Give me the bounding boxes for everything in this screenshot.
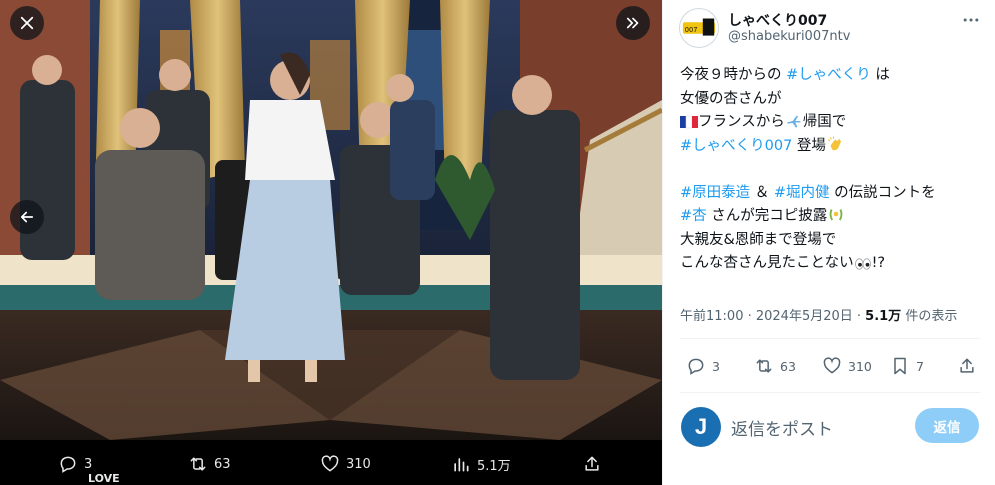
hashtag-link[interactable]: #しゃべくり007 — [680, 138, 792, 154]
view-count: 5.1万 — [865, 309, 902, 324]
text-segment: さんが完コピ披露 — [706, 208, 828, 224]
hashtag-link[interactable]: #原田泰造 — [680, 185, 750, 201]
eyes-icon — [854, 258, 871, 270]
previous-image-button[interactable] — [10, 200, 44, 234]
bookmark-button[interactable]: 7 — [890, 356, 924, 376]
media-like-button[interactable]: 310 — [320, 454, 371, 474]
reply-icon — [60, 456, 76, 473]
heart-icon — [321, 455, 339, 472]
heart-icon — [823, 357, 841, 374]
text-segment: フランスから — [698, 114, 785, 130]
text-segment: 女優の杏さんが — [680, 90, 782, 107]
share-button[interactable] — [957, 356, 977, 376]
text-segment: こんな杏さん見たことない — [680, 255, 854, 271]
reply-icon — [688, 358, 704, 375]
airplane-icon — [787, 115, 801, 128]
expand-button[interactable] — [616, 6, 650, 40]
laurel-icon — [829, 209, 843, 221]
bookmark-count: 7 — [916, 358, 924, 374]
timestamp[interactable]: 午前11:00 · 2024年5月20日 · — [680, 309, 865, 324]
share-icon — [585, 456, 599, 471]
current-user-avatar[interactable]: J — [681, 407, 721, 447]
retweet-icon — [756, 359, 772, 373]
views-icon — [454, 458, 469, 472]
media-retweet-count: 63 — [214, 456, 231, 472]
media-reply-count: 3 — [84, 456, 93, 472]
clapping-hands-icon — [827, 136, 841, 150]
tweet-text: 今夜９時からの #しゃべくり は 女優の杏さんが フランスから 帰国で #しゃべく… — [680, 64, 992, 276]
hashtag-link[interactable]: #しゃべくり — [786, 67, 871, 83]
hashtag-link[interactable]: #杏 — [680, 208, 707, 224]
media-view-count: 5.1万 — [477, 458, 511, 474]
like-button[interactable]: 310 — [822, 356, 872, 376]
text-segment: は — [870, 67, 890, 83]
media-share-button[interactable] — [582, 454, 602, 474]
text-segment: ＆ — [750, 184, 774, 201]
media-viewer: 3 63 310 5.1万 LOVE — [0, 0, 662, 485]
like-count: 310 — [848, 358, 872, 374]
reply-submit-button[interactable]: 返信 — [915, 408, 979, 443]
bookmark-icon — [894, 357, 906, 375]
share-icon — [960, 358, 974, 373]
media-reply-button[interactable]: 3 — [58, 454, 92, 474]
text-segment: 今夜９時からの — [680, 67, 787, 83]
reply-button[interactable]: 3 — [686, 356, 720, 376]
tweet-detail: 007 しゃべくり007 @shabekuri007ntv 今夜９時からの #し… — [662, 0, 995, 485]
text-segment: 登場 — [792, 137, 826, 154]
svg-text:007: 007 — [685, 26, 698, 34]
retweet-count: 63 — [780, 358, 796, 374]
avatar[interactable]: 007 — [679, 8, 719, 48]
close-button[interactable] — [10, 6, 44, 40]
view-count-suffix: 件の表示 — [901, 309, 958, 324]
text-segment: 帰国で — [802, 114, 847, 130]
divider — [680, 392, 980, 393]
retweet-button[interactable]: 63 — [754, 356, 796, 376]
text-segment: の伝説コントを — [829, 184, 936, 201]
media-views-button[interactable]: 5.1万 — [451, 454, 511, 474]
reply-peek-name: LOVE — [88, 472, 120, 485]
tweet-action-bar: 3 63 310 7 — [680, 354, 980, 378]
tv-studio-photo — [0, 0, 662, 440]
prev-arrow-icon — [20, 211, 34, 223]
media-retweet-button[interactable]: 63 — [188, 454, 231, 474]
reply-peek: LOVE — [88, 472, 120, 485]
reply-input[interactable]: 返信をポスト — [731, 415, 833, 440]
text-segment: !? — [871, 255, 886, 271]
tweet-meta: 午前11:00 · 2024年5月20日 · 5.1万 件の表示 — [680, 305, 957, 324]
show-logo-icon: 007 — [682, 18, 716, 36]
france-flag-icon — [680, 115, 698, 129]
media-like-count: 310 — [346, 456, 371, 472]
hashtag-link[interactable]: #堀内健 — [774, 185, 830, 201]
retweet-icon — [190, 457, 206, 471]
display-name[interactable]: しゃべくり007 — [728, 10, 827, 30]
reply-count: 3 — [712, 358, 720, 374]
close-icon — [20, 16, 34, 30]
text-segment: 大親友&恩師まで登場で — [680, 231, 837, 248]
divider — [680, 338, 980, 339]
expand-icon — [626, 17, 639, 29]
user-handle[interactable]: @shabekuri007ntv — [728, 29, 850, 44]
more-options-icon[interactable] — [961, 10, 981, 30]
